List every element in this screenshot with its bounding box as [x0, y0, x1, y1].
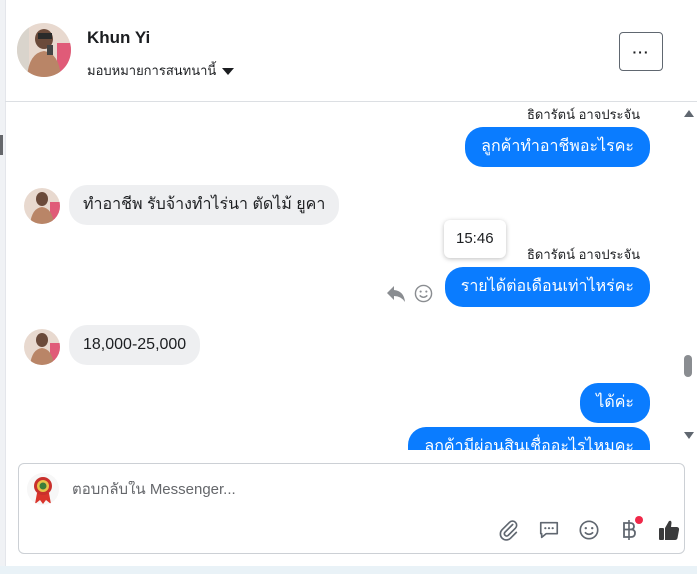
contact-avatar[interactable]: [17, 23, 71, 77]
timestamp-tooltip: 15:46: [444, 220, 506, 258]
outgoing-message[interactable]: รายได้ต่อเดือนเท่าไหร่คะ: [444, 267, 650, 307]
react-smiley-icon[interactable]: [414, 284, 433, 308]
assign-conversation-dropdown[interactable]: มอบหมายการสนทนานี้: [87, 60, 235, 81]
paperclip-icon[interactable]: [489, 514, 529, 546]
reply-composer: [18, 463, 685, 554]
reply-input[interactable]: [72, 481, 632, 498]
message-actions: [386, 284, 433, 308]
contact-name: Khun Yi: [87, 28, 151, 47]
reply-icon[interactable]: [386, 285, 406, 308]
page-avatar: [27, 473, 59, 505]
bottom-bar: [0, 566, 697, 574]
outgoing-message[interactable]: ลูกค้าทำอาชีพอะไรคะ: [465, 127, 650, 167]
scroll-down-arrow-icon[interactable]: [684, 432, 694, 439]
conversation-header: Khun Yi มอบหมายการสนทนานี้ ···: [5, 0, 697, 102]
message-thread[interactable]: ธิดารัตน์ อาจประจัน ลูกค้าทำอาชีพอะไรคะ …: [5, 103, 697, 450]
baht-icon[interactable]: [609, 514, 649, 546]
sender-name: ธิดารัตน์ อาจประจัน: [527, 107, 641, 122]
ellipsis-icon: ···: [632, 43, 650, 60]
thread-scrollbar[interactable]: [680, 103, 697, 450]
caret-down-icon: [222, 68, 235, 75]
scroll-thumb[interactable]: [684, 355, 692, 377]
outgoing-message[interactable]: ได้ค่ะ: [580, 383, 650, 423]
assign-conversation-label: มอบหมายการสนทนานี้: [87, 63, 217, 78]
thumbs-up-icon[interactable]: [649, 514, 689, 546]
contact-avatar-small[interactable]: [24, 188, 60, 224]
smiley-icon[interactable]: [569, 514, 609, 546]
incoming-message[interactable]: 18,000-25,000: [69, 325, 201, 365]
outgoing-message[interactable]: ลูกค้ามีผ่อนสินเชื่ออะไรไหมคะ: [408, 427, 650, 450]
sender-name: ธิดารัตน์ อาจประจัน: [527, 247, 641, 262]
contact-avatar-small[interactable]: [24, 329, 60, 365]
scroll-up-arrow-icon[interactable]: [684, 110, 694, 117]
notification-dot: [635, 516, 643, 524]
chat-bubble-icon[interactable]: [529, 514, 569, 546]
left-edge-marker: [0, 135, 3, 155]
incoming-message[interactable]: ทำอาชีพ รับจ้างทำไร่นา ตัดไม้ ยูคา: [69, 185, 340, 225]
composer-toolbar: [489, 514, 689, 546]
more-options-button[interactable]: ···: [619, 32, 663, 71]
